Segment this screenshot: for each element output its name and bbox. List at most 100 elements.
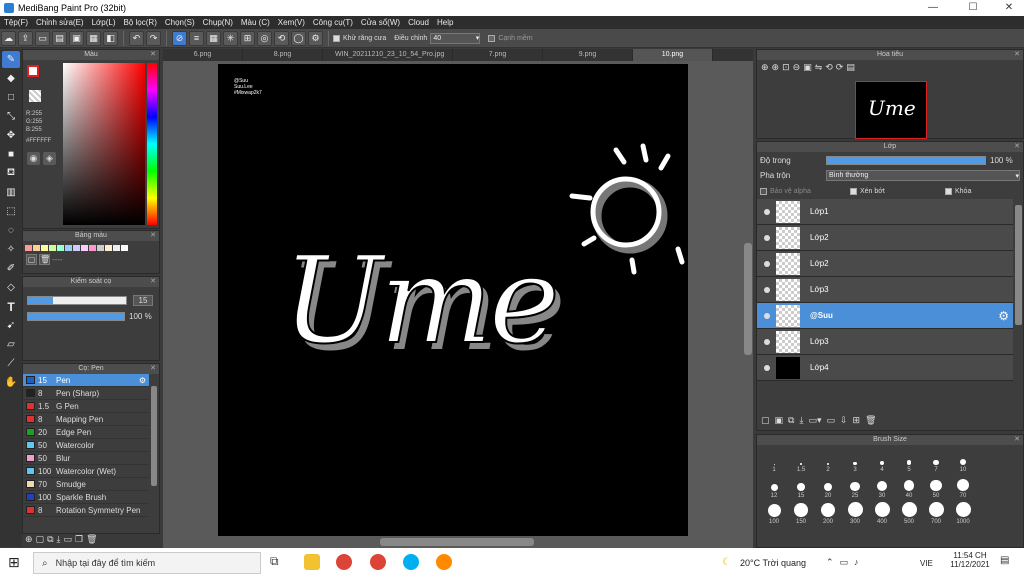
clock-time[interactable]: 11:54 CH xyxy=(950,551,990,560)
close-icon[interactable]: ✕ xyxy=(1014,435,1020,445)
document-icon[interactable]: ▦ xyxy=(86,30,101,46)
canvas-vertical-scrollbar[interactable] xyxy=(744,243,752,355)
palette-swatch[interactable] xyxy=(41,245,48,251)
brush-size-option[interactable]: 4 xyxy=(869,447,895,473)
line-tool-icon[interactable]: ⤡ xyxy=(2,108,20,125)
file-explorer-icon[interactable] xyxy=(304,554,320,570)
smooth-edge-checkbox[interactable] xyxy=(488,34,496,42)
brush-list-item[interactable]: 50Eraser xyxy=(23,517,149,518)
zoom-out-icon[interactable]: ⊖ xyxy=(793,62,801,73)
navigator-thumbnail[interactable]: Ume xyxy=(855,81,927,139)
tab-10png[interactable]: 10.png xyxy=(633,49,713,61)
eyedropper-tool-icon[interactable]: ⟋ xyxy=(2,355,20,372)
brush-size-option[interactable]: 15 xyxy=(788,473,814,499)
lock-checkbox[interactable] xyxy=(945,188,952,195)
brush-size-option[interactable]: 5 xyxy=(896,447,922,473)
antialias-checkbox[interactable] xyxy=(333,34,340,42)
trash-icon[interactable]: 🗑 xyxy=(39,254,50,265)
palette-swatch[interactable] xyxy=(57,245,64,251)
brush-list-item[interactable]: 100 Sparkle Brush xyxy=(23,491,149,504)
add-layer-menu-icon[interactable]: ▭▾ xyxy=(808,415,821,426)
visibility-icon[interactable] xyxy=(764,260,770,267)
close-icon[interactable]: ✕ xyxy=(150,364,156,374)
cloud-icon[interactable]: ☁ xyxy=(1,30,16,46)
canvas-artwork[interactable]: @Suu Suu.Lee #Mixwap2k7 Ume Ume xyxy=(218,64,688,536)
palette-wheel-icon[interactable]: ◉ xyxy=(27,152,40,165)
new-page-icon[interactable]: ▢ xyxy=(36,534,45,545)
operation-tool-icon[interactable]: ➹ xyxy=(2,317,20,334)
clock-date[interactable]: 11/12/2021 xyxy=(950,560,990,569)
brush-size-option[interactable]: 300 xyxy=(842,499,868,525)
visibility-icon[interactable] xyxy=(764,312,770,319)
reset-icon[interactable]: ⟳ xyxy=(836,62,844,73)
brush-size-option[interactable]: 200 xyxy=(815,499,841,525)
tray-icons[interactable]: ⌃▭♪ xyxy=(826,557,865,568)
grid-snap-icon[interactable]: ▦ xyxy=(206,30,221,46)
eraser-tool-icon[interactable]: ◆ xyxy=(2,70,20,87)
select-pen-tool-icon[interactable]: ✐ xyxy=(2,260,20,277)
gradient-tool-icon[interactable]: ▥ xyxy=(2,184,20,201)
radial-snap-icon[interactable]: ✳ xyxy=(223,30,238,46)
palette-swatch[interactable] xyxy=(73,245,80,251)
chat-icon[interactable]: ▤ xyxy=(52,30,67,46)
protect-alpha-checkbox[interactable] xyxy=(760,188,767,195)
brush-size-option[interactable]: 30 xyxy=(869,473,895,499)
brush-size-option[interactable]: 3 xyxy=(842,447,868,473)
palette-swatch[interactable] xyxy=(49,245,56,251)
brush-list-item[interactable]: 50 Blur xyxy=(23,452,149,465)
medibang-taskbar-icon[interactable] xyxy=(436,554,452,570)
move-tool-icon[interactable]: ✥ xyxy=(2,127,20,144)
actual-size-icon[interactable]: ▣ xyxy=(803,62,812,73)
undo-icon[interactable]: ↶ xyxy=(129,30,144,46)
brush-size-option[interactable]: 1 xyxy=(761,447,787,473)
brush-size-option[interactable]: 10 xyxy=(950,447,976,473)
zoom-in-alt-icon[interactable]: ⊕ xyxy=(772,62,780,73)
screen-icon[interactable]: ▣ xyxy=(69,30,84,46)
layer-list-scrollbar[interactable] xyxy=(1015,205,1022,325)
brush-list-item[interactable]: 1.5 G Pen xyxy=(23,400,149,413)
close-icon[interactable]: ✕ xyxy=(1014,142,1020,152)
rotate-icon[interactable]: ⟲ xyxy=(825,62,833,73)
ellipse-snap-icon[interactable]: ◯ xyxy=(291,30,306,46)
brush-list-item[interactable]: 8 Rotation Symmetry Pen xyxy=(23,504,149,517)
layer-row[interactable]: Lớp2 xyxy=(757,225,1013,251)
windows-start-icon[interactable]: ⊞ xyxy=(8,554,24,570)
layer-row[interactable]: @Suu ⚙ xyxy=(757,303,1013,329)
canvas-horizontal-scrollbar[interactable] xyxy=(380,538,534,546)
select-tool-icon[interactable]: ⬚ xyxy=(2,203,20,220)
copy-layer-icon[interactable]: ⧉ xyxy=(788,415,794,426)
bucket-tool-icon[interactable]: ⛾ xyxy=(2,165,20,182)
fill-icon[interactable]: ◧ xyxy=(103,30,118,46)
brush-size-option[interactable]: 2 xyxy=(815,447,841,473)
brush-size-value[interactable]: 15 xyxy=(133,295,153,306)
palette-add-icon[interactable]: ◈ xyxy=(43,152,56,165)
layer-row[interactable]: Lớp1 xyxy=(757,199,1013,225)
visibility-icon[interactable] xyxy=(764,338,770,345)
visibility-icon[interactable] xyxy=(764,234,770,241)
brush-list-item[interactable]: 8 Mapping Pen xyxy=(23,413,149,426)
menu-layer[interactable]: Lớp(L) xyxy=(92,18,116,27)
taskbar-search[interactable]: ⌕ Nhập tại đây để tìm kiếm xyxy=(33,552,261,574)
transparent-color-swatch[interactable] xyxy=(29,90,41,102)
brush-list-item[interactable]: 50 Watercolor xyxy=(23,439,149,452)
task-view-icon[interactable]: ⧉ xyxy=(270,554,286,570)
gear-icon[interactable]: ⚙ xyxy=(998,309,1009,323)
close-icon[interactable]: ✕ xyxy=(150,277,156,287)
adjust-select[interactable]: 40 ▾ xyxy=(430,32,481,44)
settings-icon[interactable]: ⚙ xyxy=(308,30,323,46)
chrome-icon[interactable] xyxy=(336,554,352,570)
palette-swatch[interactable] xyxy=(25,245,32,251)
snap-off-icon[interactable]: ⊘ xyxy=(172,30,187,46)
comment-icon[interactable]: ▭ xyxy=(35,30,50,46)
layer-row[interactable]: Lớp2 xyxy=(757,251,1013,277)
brush-size-option[interactable]: 1.5 xyxy=(788,447,814,473)
visibility-icon[interactable] xyxy=(764,286,770,293)
brush-size-option[interactable]: 70 xyxy=(950,473,976,499)
layer-opacity-slider[interactable] xyxy=(826,156,986,165)
palette-swatch[interactable] xyxy=(65,245,72,251)
menu-cloud[interactable]: Cloud xyxy=(408,18,429,27)
blend-mode-select[interactable]: Bình thường ▾ xyxy=(826,170,1020,181)
close-icon[interactable]: ✕ xyxy=(150,50,156,60)
menu-help[interactable]: Help xyxy=(437,18,453,27)
tab-7png[interactable]: 7.png xyxy=(453,49,543,61)
